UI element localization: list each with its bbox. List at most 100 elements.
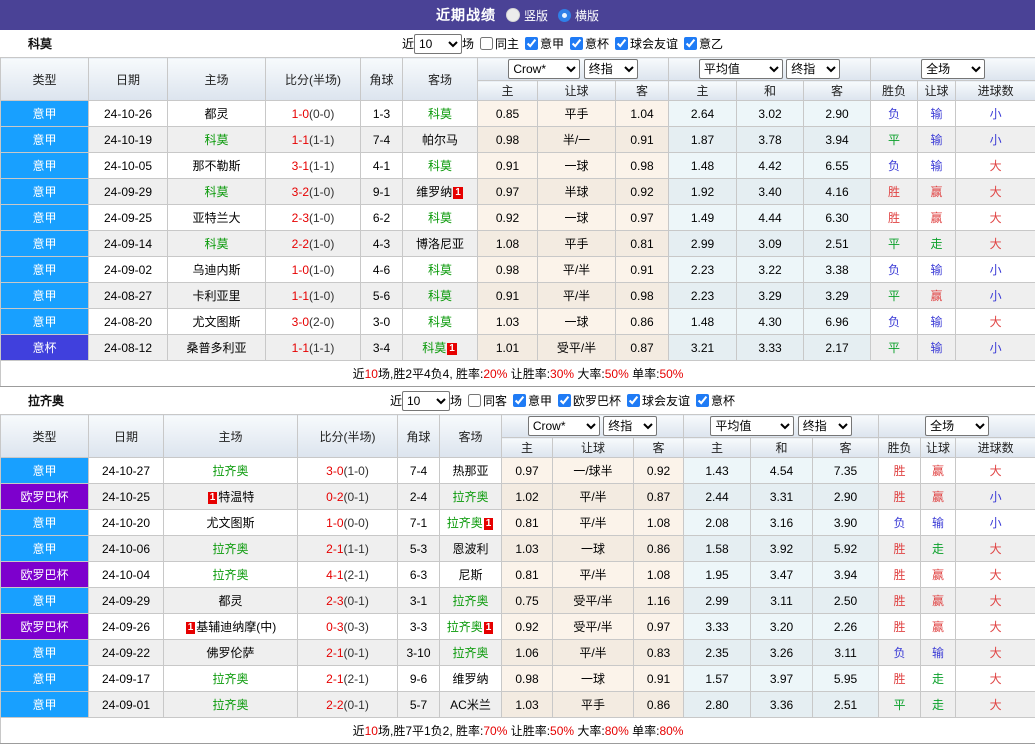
score-cell: 1-0(0-0) <box>266 101 361 127</box>
league-checkbox[interactable] <box>627 394 640 407</box>
league-type-cell: 意甲 <box>1 510 89 536</box>
home-team-name: 拉齐奥 <box>212 464 248 478</box>
home-team-name: 都灵 <box>218 594 242 608</box>
header-odds-handicap: 让球 <box>538 81 616 101</box>
recent-count-select[interactable]: 10 <box>414 34 462 54</box>
odds-source-select[interactable]: Crow* <box>508 59 580 79</box>
league-checkbox[interactable] <box>570 37 583 50</box>
home-cell: 那不勒斯 <box>168 153 266 179</box>
odds-terminal-select[interactable]: 终指 <box>603 416 657 436</box>
radio-horizontal-layout[interactable]: 横版 <box>558 7 599 24</box>
summary-stat-value: 50% <box>550 724 574 738</box>
same-venue-checkbox[interactable] <box>480 37 493 50</box>
home-cell: 科莫 <box>168 231 266 257</box>
summary-stat-value: 10 <box>365 724 378 738</box>
fulltime-score: 2-3 <box>292 211 309 225</box>
header-score: 比分(半场) <box>298 415 398 458</box>
avg-home-cell: 1.87 <box>669 127 737 153</box>
league-filter-2[interactable]: 意杯 <box>570 35 609 52</box>
league-filter-4[interactable]: 意杯 <box>696 392 735 409</box>
home-team-name: 乌迪内斯 <box>192 263 240 277</box>
fulltime-score: 2-2 <box>292 237 309 251</box>
league-checkbox[interactable] <box>513 394 526 407</box>
away-team-name: 拉齐奥 <box>447 620 483 634</box>
league-type-cell: 欧罗巴杯 <box>1 614 89 640</box>
home-team-name: 拉齐奥 <box>212 568 248 582</box>
same-venue-checkbox-label[interactable]: 同客 <box>468 392 507 409</box>
result-outcome-cell: 胜 <box>879 666 921 692</box>
date-cell: 24-09-22 <box>89 640 164 666</box>
corner-cell: 5-6 <box>361 283 403 309</box>
average-source-select[interactable]: 平均值 <box>699 59 783 79</box>
score-cell: 2-2(1-0) <box>266 231 361 257</box>
odds-away-cell: 0.92 <box>616 179 669 205</box>
avg-away-cell: 2.90 <box>813 484 879 510</box>
date-cell: 24-09-26 <box>89 614 164 640</box>
league-label: 意甲 <box>540 35 564 52</box>
halftime-score: (0-1) <box>344 646 369 660</box>
odds-terminal-select[interactable]: 终指 <box>584 59 638 79</box>
match-row: 欧罗巴杯24-10-251特温特0-2(0-1)2-4拉齐奥1.02平/半0.8… <box>1 484 1035 510</box>
league-type-cell: 意甲 <box>1 179 89 205</box>
league-type-cell: 意甲 <box>1 127 89 153</box>
odds-source-select[interactable]: Crow* <box>528 416 600 436</box>
result-handicap-cell: 赢 <box>918 283 956 309</box>
recent-count-select[interactable]: 10 <box>402 391 450 411</box>
radio-vertical-layout[interactable]: 竖版 <box>506 7 548 24</box>
home-team-name: 那不勒斯 <box>192 159 240 173</box>
corner-cell: 3-3 <box>398 614 440 640</box>
fulltime-scope-select[interactable]: 全场 <box>921 59 985 79</box>
match-row: 意甲24-09-17拉齐奥2-1(2-1)9-6维罗纳0.98一球0.911.5… <box>1 666 1035 692</box>
odds-away-cell: 0.86 <box>616 309 669 335</box>
avg-draw-cell: 3.33 <box>737 335 804 361</box>
league-checkbox[interactable] <box>684 37 697 50</box>
same-venue-checkbox-label[interactable]: 同主 <box>480 35 519 52</box>
avg-home-cell: 2.35 <box>684 640 751 666</box>
league-checkbox[interactable] <box>615 37 628 50</box>
odds-away-cell: 0.91 <box>634 666 684 692</box>
header-avg-home: 主 <box>684 438 751 458</box>
halftime-score: (0-1) <box>344 490 369 504</box>
date-cell: 24-10-27 <box>89 458 164 484</box>
same-venue-checkbox[interactable] <box>468 394 481 407</box>
radio-unselected-icon[interactable] <box>506 8 520 22</box>
header-avg-away: 客 <box>804 81 871 101</box>
league-checkbox[interactable] <box>696 394 709 407</box>
result-outcome-cell: 平 <box>871 231 918 257</box>
average-source-select[interactable]: 平均值 <box>710 416 794 436</box>
header-away: 客场 <box>440 415 502 458</box>
league-filter-1[interactable]: 意甲 <box>525 35 564 52</box>
league-filter-1[interactable]: 意甲 <box>513 392 552 409</box>
match-row: 意甲24-09-14科莫2-2(1-0)4-3博洛尼亚1.08平手0.812.9… <box>1 231 1035 257</box>
avg-draw-cell: 3.47 <box>751 562 813 588</box>
league-label: 球会友谊 <box>630 35 678 52</box>
league-filter-3[interactable]: 球会友谊 <box>615 35 678 52</box>
radio-selected-icon[interactable] <box>558 9 571 22</box>
result-outcome-cell: 胜 <box>879 614 921 640</box>
result-goals-cell: 小 <box>956 283 1035 309</box>
avg-home-cell: 2.44 <box>684 484 751 510</box>
corner-cell: 3-10 <box>398 640 440 666</box>
avg-away-cell: 2.51 <box>804 231 871 257</box>
league-label: 意乙 <box>699 35 723 52</box>
odds-home-cell: 0.97 <box>478 179 538 205</box>
league-filter-3[interactable]: 球会友谊 <box>627 392 690 409</box>
fulltime-scope-select[interactable]: 全场 <box>925 416 989 436</box>
average-terminal-select[interactable]: 终指 <box>786 59 840 79</box>
score-cell: 1-1(1-1) <box>266 127 361 153</box>
header-odds-home: 主 <box>478 81 538 101</box>
league-filter-4[interactable]: 意乙 <box>684 35 723 52</box>
league-filter-2[interactable]: 欧罗巴杯 <box>558 392 621 409</box>
average-terminal-select[interactable]: 终指 <box>798 416 852 436</box>
away-cell: 博洛尼亚 <box>403 231 478 257</box>
como-filter-bar: 科莫近 10 场同主意甲意杯球会友谊意乙 <box>0 30 1035 57</box>
odds-handicap-cell: 平/半 <box>538 257 616 283</box>
avg-away-cell: 6.96 <box>804 309 871 335</box>
league-label: 意杯 <box>711 392 735 409</box>
league-checkbox[interactable] <box>558 394 571 407</box>
avg-home-cell: 2.64 <box>669 101 737 127</box>
como-section: 科莫近 10 场同主意甲意杯球会友谊意乙类型日期主场比分(半场)角球客场Crow… <box>0 30 1035 387</box>
league-checkbox[interactable] <box>525 37 538 50</box>
avg-draw-cell: 4.44 <box>737 205 804 231</box>
away-team-name: 拉齐奥 <box>447 516 483 530</box>
